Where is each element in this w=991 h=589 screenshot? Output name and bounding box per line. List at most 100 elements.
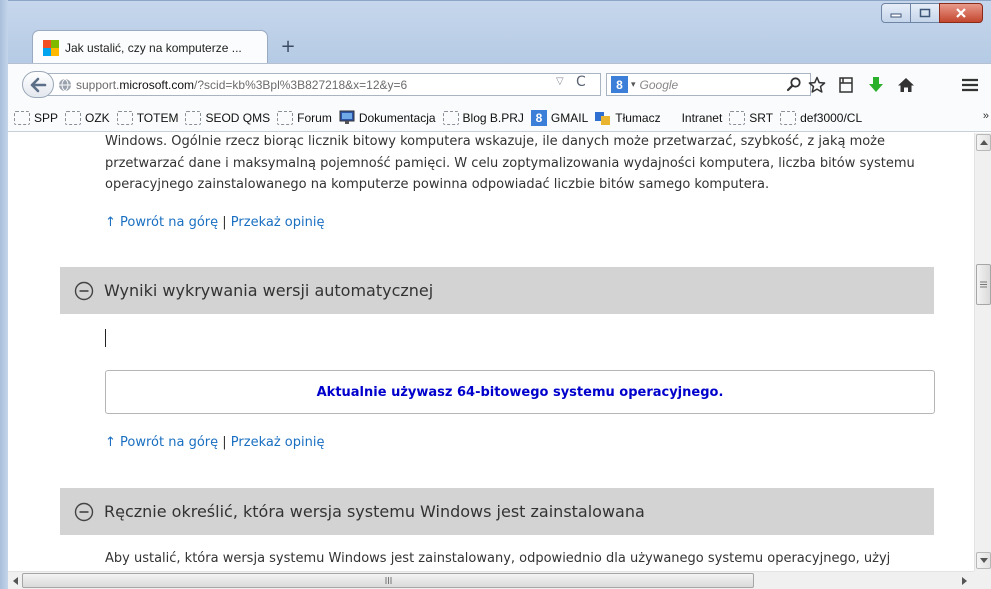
collapse-circle-icon[interactable] — [74, 281, 94, 301]
text-cursor — [105, 329, 106, 347]
bookmark-label: Blog B.PRJ — [462, 110, 524, 125]
folder-icon — [14, 110, 30, 125]
bookmark-item-spp[interactable]: SPP — [14, 110, 59, 125]
bookmark-label: SPP — [34, 110, 59, 125]
feedback-link[interactable]: Przekaż opinię — [231, 435, 325, 450]
section-header-manual[interactable]: Ręcznie określić, która wersja systemu W… — [60, 488, 934, 535]
bookmark-item-def3000-cl[interactable]: def3000/CL — [780, 110, 863, 125]
grip-icon — [980, 281, 987, 288]
url-text: support.microsoft.com/?scid=kb%3Bpl%3B82… — [76, 78, 407, 92]
bookmark-item-dokumentacja[interactable]: Dokumentacja — [339, 110, 436, 126]
minimize-button[interactable] — [881, 3, 911, 23]
home-icon — [898, 78, 914, 92]
tab-active[interactable]: Jak ustalić, czy na komputerze ... — [32, 30, 268, 65]
bookmark-item-t-umacz[interactable]: Tłumacz — [595, 110, 661, 126]
section-title: Wyniki wykrywania wersji automatycznej — [104, 281, 434, 300]
folder-icon — [185, 110, 202, 125]
bookmark-label: def3000/CL — [800, 110, 863, 125]
section-links-1: ↑ Powrót na górę | Przekaż opinię — [105, 215, 324, 230]
reload-button[interactable]: C — [576, 74, 586, 90]
detection-result-text: Aktualnie używasz 64-bitowego systemu op… — [316, 384, 724, 400]
new-tab-button[interactable]: + — [278, 35, 298, 57]
bookmark-label: Dokumentacja — [358, 110, 436, 125]
folder-icon — [780, 110, 797, 125]
search-engine-icon[interactable]: 8 — [611, 76, 628, 93]
bookmark-label: GMAIL — [550, 110, 589, 125]
monitor-icon — [339, 110, 355, 126]
search-bar[interactable]: 8 ▾ Google — [606, 73, 811, 96]
intro-paragraph: Windows. Ogólnie rzecz biorąc licznik bi… — [105, 134, 915, 192]
bookmark-label: TOTEM — [136, 110, 179, 125]
star-icon — [808, 76, 826, 93]
tab-title: Jak ustalić, czy na komputerze ... — [65, 41, 242, 55]
address-bar[interactable]: support.microsoft.com/?scid=kb%3Bpl%3B82… — [46, 73, 601, 96]
bookmark-item-ozk[interactable]: OZK — [65, 110, 110, 125]
section-header-auto-detect[interactable]: Wyniki wykrywania wersji automatycznej — [60, 267, 934, 314]
link-separator: | — [222, 435, 227, 450]
maximize-button[interactable] — [910, 3, 940, 23]
section2-paragraph: Aby ustalić, która wersja systemu Window… — [105, 551, 891, 566]
navigation-toolbar: support.microsoft.com/?scid=kb%3Bpl%3B82… — [8, 63, 991, 104]
folder-icon — [442, 110, 459, 125]
bookmark-label: SEOD QMS — [205, 110, 271, 125]
translate-icon — [595, 110, 611, 126]
browser-title-bar: Jak ustalić, czy na komputerze ... + — [0, 0, 991, 65]
url-history-dropdown[interactable]: ▽ — [556, 76, 564, 87]
back-to-top-link[interactable]: ↑ Powrót na górę — [105, 215, 218, 230]
bookmark-item-totem[interactable]: TOTEM — [116, 110, 179, 125]
search-icon[interactable] — [786, 76, 802, 92]
grip-icon — [385, 577, 391, 584]
page-content: Windows. Ogólnie rzecz biorąc licznik bi… — [8, 133, 974, 571]
link-separator: | — [222, 215, 227, 230]
bookmark-label: Tłumacz — [615, 110, 661, 125]
globe-icon — [59, 78, 71, 91]
window-controls — [881, 3, 983, 23]
folder-icon — [116, 110, 133, 125]
folder-icon — [729, 110, 746, 125]
section-links-2: ↑ Powrót na górę | Przekaż opinię — [105, 435, 324, 450]
bookmark-item-gmail[interactable]: 8 GMAIL — [530, 109, 589, 126]
bookmarks-toolbar: SPP OZK TOTEM SEOD QMS Forum Dokumentacja Blog… — [8, 104, 991, 132]
collapse-circle-icon[interactable] — [74, 502, 94, 522]
scrollbar-corner — [974, 571, 991, 589]
search-engine-dropdown-icon[interactable]: ▾ — [631, 80, 636, 90]
back-to-top-link[interactable]: ↑ Powrót na górę — [105, 435, 218, 450]
bookmark-item-blog-b-prj[interactable]: Blog B.PRJ — [442, 110, 524, 125]
chevron-left-icon[interactable] — [13, 577, 18, 585]
bookmarks-menu-button[interactable] — [836, 75, 856, 95]
maximize-icon — [919, 8, 931, 18]
close-button[interactable] — [939, 3, 983, 23]
scroll-up-button[interactable] — [976, 134, 991, 151]
bookmark-item-forum[interactable]: Forum — [277, 110, 332, 125]
vertical-scrollbar[interactable] — [974, 133, 991, 571]
horizontal-scrollbar[interactable] — [8, 571, 974, 589]
bookmark-star-button[interactable] — [807, 75, 827, 95]
bookmark-label: Forum — [297, 110, 332, 125]
chevron-right-icon[interactable] — [962, 577, 967, 585]
scroll-down-button[interactable] — [976, 552, 991, 569]
downloads-button[interactable] — [866, 75, 886, 95]
url-prefix: support. — [76, 77, 120, 92]
search-8-icon: 8 — [530, 109, 547, 126]
back-button[interactable] — [22, 71, 54, 98]
download-arrow-icon — [869, 77, 883, 92]
search-placeholder: Google — [639, 77, 679, 92]
url-suffix: /?scid=kb%3Bpl%3B827218&x=12&y=6 — [194, 77, 408, 92]
folder-icon — [65, 110, 82, 125]
bookmark-item-seod-qms[interactable]: SEOD QMS — [185, 110, 271, 125]
bookmark-label: OZK — [85, 110, 110, 125]
hamburger-menu-icon — [962, 78, 978, 92]
vertical-scroll-thumb[interactable] — [976, 264, 991, 305]
bookmark-item-intranet[interactable]: Intranet — [682, 111, 723, 125]
open-menu-button[interactable] — [960, 75, 980, 95]
bookmark-item-srt[interactable]: SRT — [729, 110, 774, 125]
arrow-left-icon — [30, 77, 47, 92]
bookmark-label: SRT — [749, 110, 774, 125]
section-title: Ręcznie określić, która wersja systemu W… — [104, 502, 645, 521]
bookmarks-list-icon — [839, 77, 853, 93]
horizontal-scroll-thumb[interactable] — [22, 573, 754, 588]
home-button[interactable] — [896, 75, 916, 95]
bookmarks-overflow-button[interactable]: » — [983, 110, 989, 122]
feedback-link[interactable]: Przekaż opinię — [231, 215, 325, 230]
folder-icon — [277, 110, 294, 125]
